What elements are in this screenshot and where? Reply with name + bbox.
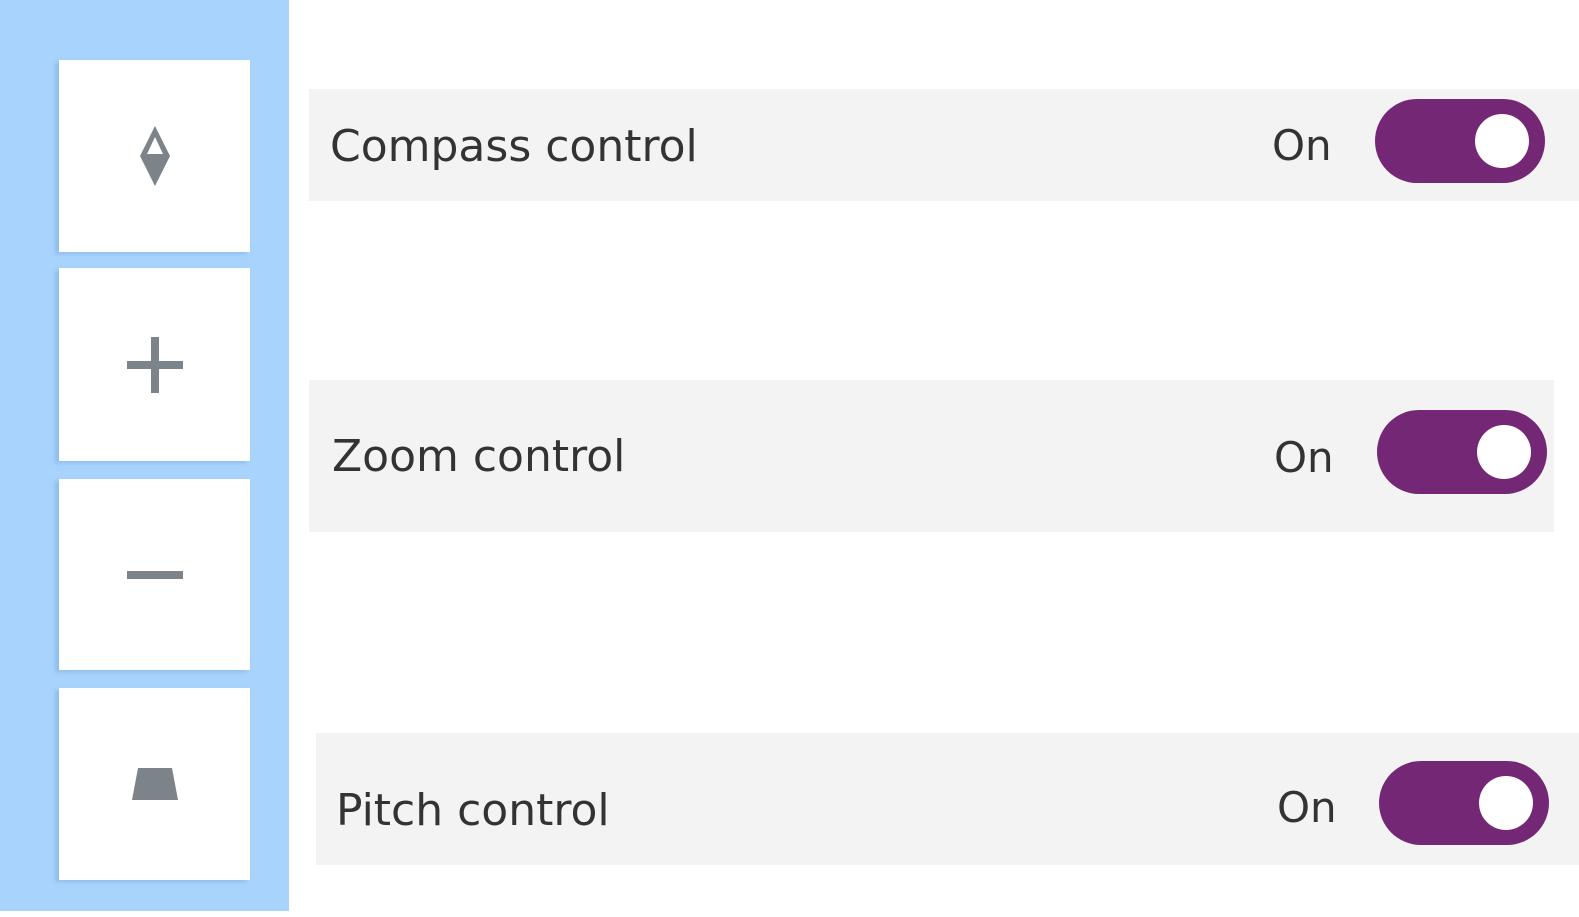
zoom-out-button[interactable] (59, 479, 250, 670)
toggle-knob (1477, 425, 1531, 479)
pitch-control-toggle[interactable] (1379, 761, 1549, 845)
compass-control-setting: Compass control On (309, 89, 1579, 201)
zoom-control-state: On (1274, 433, 1334, 482)
compass-control-label: Compass control (330, 121, 698, 172)
plus-icon (126, 336, 183, 393)
compass-control-toggle[interactable] (1375, 99, 1545, 183)
pitch-icon (131, 766, 179, 802)
pitch-control-label: Pitch control (336, 785, 610, 836)
zoom-in-button[interactable] (59, 268, 250, 461)
toggle-knob (1479, 776, 1533, 830)
zoom-control-toggle[interactable] (1377, 410, 1547, 494)
compass-control-state: On (1272, 121, 1332, 170)
compass-icon (138, 124, 172, 188)
map-control-preview (0, 0, 289, 911)
toggle-knob (1475, 114, 1529, 168)
minus-icon (126, 570, 183, 580)
compass-button[interactable] (59, 60, 250, 252)
pitch-control-setting: Pitch control On (316, 733, 1579, 865)
zoom-control-label: Zoom control (332, 431, 626, 482)
pitch-button[interactable] (59, 688, 250, 880)
zoom-control-setting: Zoom control On (309, 380, 1554, 532)
pitch-control-state: On (1277, 783, 1337, 832)
